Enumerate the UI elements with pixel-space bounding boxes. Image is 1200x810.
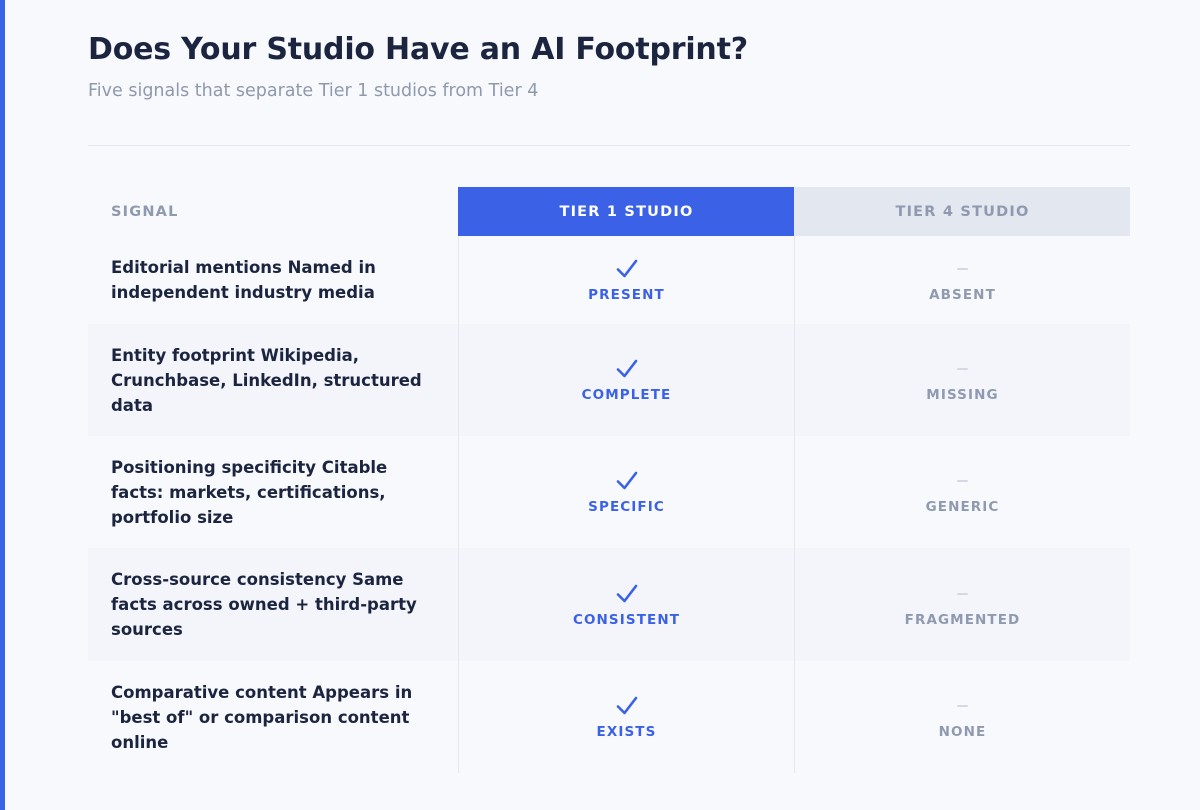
tier1-cell: EXISTS	[458, 661, 794, 773]
check-icon	[615, 469, 639, 493]
table-row: Cross-source consistency Same facts acro…	[88, 548, 1130, 661]
signal-cell: Cross-source consistency Same facts acro…	[88, 548, 458, 661]
dash-icon	[957, 582, 968, 606]
table-row: Comparative content Appears in "best of"…	[88, 661, 1130, 773]
table-header-row: SIGNAL TIER 1 STUDIO TIER 4 STUDIO	[88, 187, 1130, 236]
signal-cell: Positioning specificity Citable facts: m…	[88, 436, 458, 548]
tier1-cell: CONSISTENT	[458, 548, 794, 661]
tier4-cell: NONE	[794, 661, 1130, 773]
table-body: Editorial mentions Named in independent …	[88, 236, 1130, 773]
header-tier4-label: TIER 4 STUDIO	[895, 203, 1030, 220]
table-row: Editorial mentions Named in independent …	[88, 236, 1130, 324]
dash-icon	[957, 694, 968, 718]
check-icon	[615, 694, 639, 718]
dash-icon	[957, 469, 968, 493]
dash-icon	[957, 257, 968, 281]
signal-cell: Editorial mentions Named in independent …	[88, 236, 458, 324]
header-signal-label: SIGNAL	[111, 203, 179, 220]
tier4-status: MISSING	[926, 387, 999, 403]
table-row: Positioning specificity Citable facts: m…	[88, 436, 1130, 548]
tier1-status: CONSISTENT	[572, 611, 681, 628]
accent-bar	[0, 0, 5, 810]
tier4-status: GENERIC	[925, 499, 1000, 515]
check-icon	[615, 357, 639, 381]
tier4-cell: FRAGMENTED	[794, 548, 1130, 661]
page-title: Does Your Studio Have an AI Footprint?	[88, 32, 748, 67]
signal-text: Cross-source consistency Same facts acro…	[111, 570, 417, 639]
tier1-status: COMPLETE	[581, 387, 672, 403]
tier1-cell: SPECIFIC	[458, 436, 794, 548]
header-tier1-label: TIER 1 STUDIO	[559, 203, 694, 220]
tier1-cell: PRESENT	[458, 236, 794, 324]
check-icon	[615, 257, 639, 281]
divider	[88, 145, 1130, 146]
tier4-status: FRAGMENTED	[904, 611, 1021, 628]
tier4-cell: ABSENT	[794, 236, 1130, 324]
signal-cell: Entity footprint Wikipedia, Crunchbase, …	[88, 324, 458, 436]
page-subtitle: Five signals that separate Tier 1 studio…	[88, 81, 539, 101]
signal-text: Comparative content Appears in "best of"…	[111, 682, 413, 752]
signal-text: Positioning specificity Citable facts: m…	[111, 457, 388, 527]
tier4-status: ABSENT	[929, 287, 996, 303]
tier1-cell: COMPLETE	[458, 324, 794, 436]
signal-cell: Comparative content Appears in "best of"…	[88, 661, 458, 773]
signal-text: Editorial mentions Named in independent …	[111, 258, 376, 302]
tier1-status: EXISTS	[596, 724, 657, 740]
signal-text: Entity footprint Wikipedia, Crunchbase, …	[111, 345, 422, 415]
tier4-status: NONE	[938, 724, 987, 740]
page: Does Your Studio Have an AI Footprint? F…	[0, 0, 1200, 810]
header-signal: SIGNAL	[88, 187, 458, 236]
tier1-status: SPECIFIC	[588, 499, 665, 515]
table-row: Entity footprint Wikipedia, Crunchbase, …	[88, 324, 1130, 436]
dash-icon	[957, 357, 968, 381]
tier1-status: PRESENT	[588, 287, 665, 303]
header-tier1: TIER 1 STUDIO	[458, 187, 794, 236]
tier4-cell: MISSING	[794, 324, 1130, 436]
tier4-cell: GENERIC	[794, 436, 1130, 548]
comparison-table: SIGNAL TIER 1 STUDIO TIER 4 STUDIO Edito…	[88, 187, 1130, 773]
header-tier4: TIER 4 STUDIO	[794, 187, 1130, 236]
check-icon	[615, 582, 639, 606]
